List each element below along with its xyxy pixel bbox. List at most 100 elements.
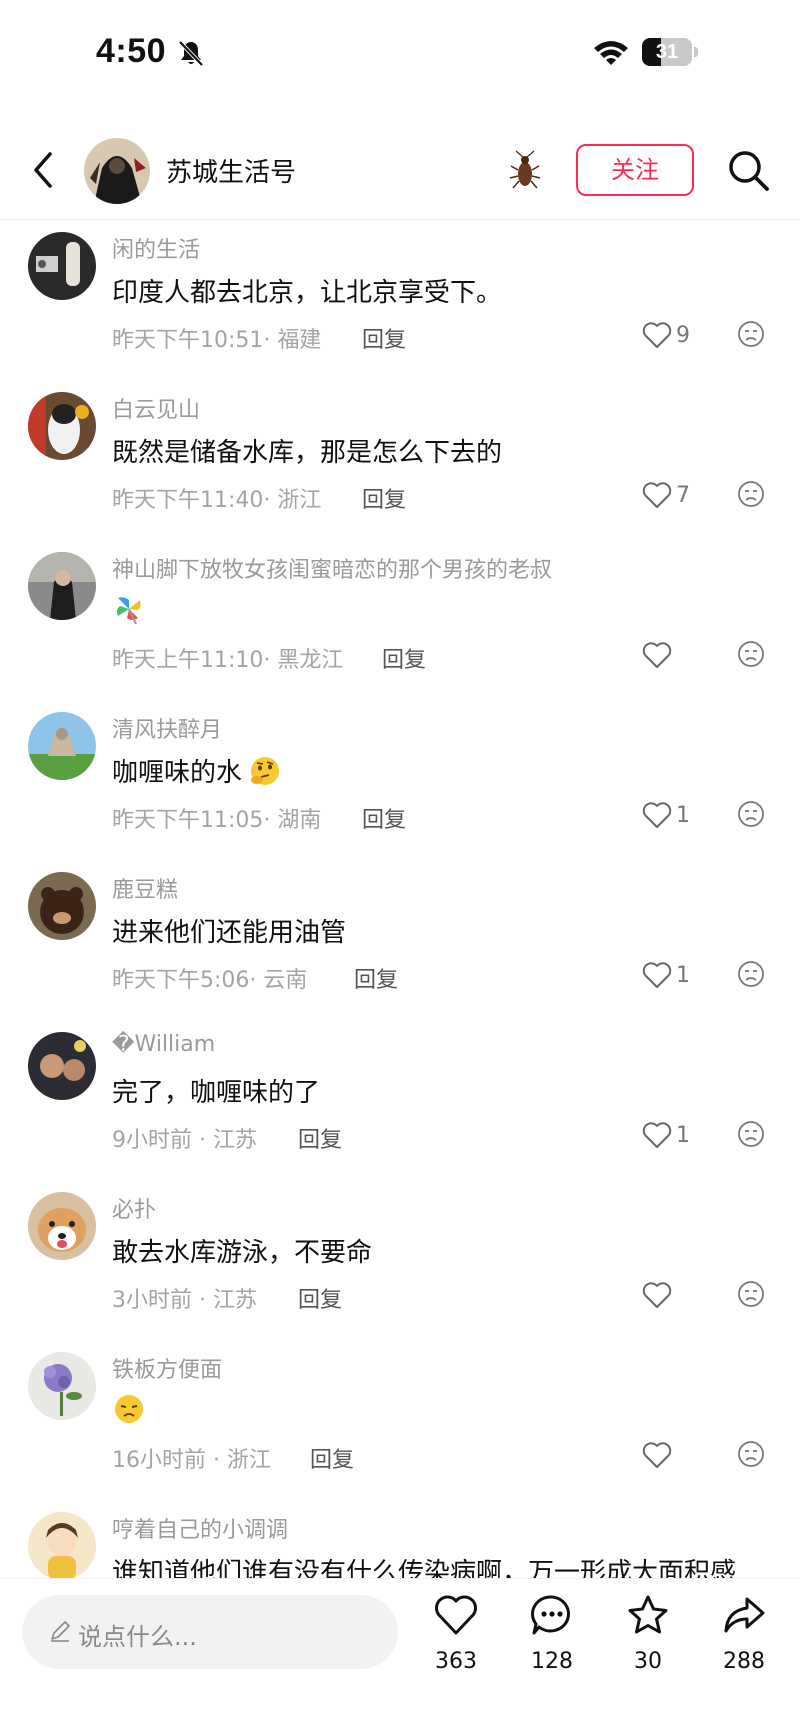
username[interactable]: 铁板方便面 [112, 1352, 222, 1384]
reply-button[interactable]: 回复 [298, 1282, 342, 1314]
follow-button[interactable]: 关注 [576, 144, 694, 196]
heart-icon [642, 1442, 672, 1468]
share-action-button[interactable]: 288 [704, 1593, 784, 1683]
like-count: 1 [676, 962, 690, 988]
pencil-icon [51, 1621, 70, 1642]
input-placeholder: 说点什么... [78, 1623, 197, 1651]
status-bar: 4:50 31 [0, 0, 800, 110]
comment-text: 咖喱味的水 [112, 752, 282, 789]
avatar[interactable] [28, 712, 96, 780]
battery-level: 31 [655, 41, 679, 63]
search-icon[interactable] [726, 148, 770, 192]
heart-icon [642, 322, 672, 348]
favorite-count: 30 [634, 1649, 662, 1674]
dislike-icon[interactable] [736, 1279, 766, 1309]
battery-icon: 31 [642, 38, 698, 66]
like-button[interactable] [642, 638, 676, 672]
dislike-icon[interactable] [736, 479, 766, 509]
heart-icon [435, 1595, 477, 1635]
comment-text [112, 592, 152, 626]
username[interactable]: 闲的生活 [112, 232, 200, 264]
share-icon [724, 1597, 765, 1633]
avatar[interactable] [28, 1352, 96, 1420]
heart-icon [642, 1282, 672, 1308]
comment-text: 既然是储备水库，那是怎么下去的 [112, 432, 502, 469]
dislike-icon[interactable] [736, 639, 766, 669]
reply-button[interactable]: 回复 [354, 962, 398, 994]
reply-button[interactable]: 回复 [310, 1442, 354, 1474]
reply-button[interactable]: 回复 [362, 482, 406, 514]
like-action-button[interactable]: 363 [416, 1593, 496, 1683]
username[interactable]: 哼着自己的小调调 [112, 1512, 288, 1544]
username[interactable]: 清风扶醉月 [112, 712, 222, 744]
comment-text: 进来他们还能用油管 [112, 912, 346, 949]
like-button[interactable]: 1 [642, 1118, 690, 1152]
comment-text-content: 既然是储备水库，那是怎么下去的 [112, 438, 503, 468]
heart-icon [642, 642, 672, 668]
comment-action-button[interactable]: 128 [512, 1593, 592, 1683]
comment-meta: 昨天下午10:51· 福建 [112, 328, 322, 353]
comment-meta: 昨天下午11:05· 湖南 [112, 808, 322, 833]
comment-item: 白云见山 既然是储备水库，那是怎么下去的 昨天下午11:40· 浙江 回复 7 [0, 384, 800, 544]
avatar[interactable] [28, 1032, 96, 1100]
reply-button[interactable]: 回复 [362, 802, 406, 834]
username[interactable]: 鹿豆糕 [112, 872, 178, 904]
star-icon [628, 1595, 668, 1634]
comment-input[interactable]: 说点什么... [22, 1595, 398, 1669]
comment-text-content: 印度人都去北京，让北京享受下。 [112, 278, 503, 308]
comment-text: 谁知道他们谁有没有什么传染病啊，万一形成大面积感 [112, 1552, 736, 1578]
comment-text: 敢去水库游泳，不要命 [112, 1232, 372, 1269]
channel-avatar[interactable] [84, 138, 150, 204]
comment-item: 清风扶醉月 咖喱味的水 昨天下午11:05· 湖南 回复 1 [0, 704, 800, 864]
avatar[interactable] [28, 872, 96, 940]
avatar[interactable] [28, 232, 96, 300]
comment-meta: 3小时前 · 江苏 [112, 1288, 257, 1313]
like-button[interactable] [642, 1278, 676, 1312]
pinwheel-emoji [116, 597, 141, 625]
comment-item: 哼着自己的小调调 谁知道他们谁有没有什么传染病啊，万一形成大面积感 [0, 1504, 800, 1578]
username[interactable]: 必扑 [112, 1192, 156, 1224]
avatar[interactable] [28, 1512, 96, 1578]
comment-text-content: 敢去水库游泳，不要命 [112, 1238, 373, 1268]
reply-button[interactable]: 回复 [362, 322, 406, 354]
channel-name[interactable]: 苏城生活号 [166, 152, 296, 189]
comment-item: 神山脚下放牧女孩闺蜜暗恋的那个男孩的老叔 昨天上午11:10· 黑龙江 回复 [0, 544, 800, 704]
comment-icon [531, 1595, 571, 1635]
like-count: 7 [676, 482, 690, 508]
comment-item: 铁板方便面 16小时前 · 浙江 回复 [0, 1344, 800, 1504]
comment-meta: 昨天上午11:10· 黑龙江 [112, 648, 344, 673]
like-button[interactable]: 7 [642, 478, 690, 512]
avatar[interactable] [28, 1192, 96, 1260]
comment-text: 完了，咖喱味的了 [112, 1072, 320, 1109]
comment-list[interactable]: 闲的生活 印度人都去北京，让北京享受下。 昨天下午10:51· 福建 回复 9 … [0, 220, 800, 1578]
dislike-icon[interactable] [736, 319, 766, 349]
comment-meta: 16小时前 · 浙江 [112, 1448, 271, 1473]
heart-icon [642, 802, 672, 828]
like-button[interactable]: 1 [642, 798, 690, 832]
heart-icon [642, 482, 672, 508]
username[interactable]: �William [112, 1032, 215, 1057]
reply-button[interactable]: 回复 [298, 1122, 342, 1154]
username[interactable]: 白云见山 [112, 392, 200, 424]
dislike-icon[interactable] [736, 1439, 766, 1469]
like-button[interactable] [642, 1438, 676, 1472]
comment-meta: 9小时前 · 江苏 [112, 1128, 257, 1153]
dislike-icon[interactable] [736, 959, 766, 989]
reply-button[interactable]: 回复 [382, 642, 426, 674]
comment-text-content: 进来他们还能用油管 [112, 918, 347, 948]
favorite-action-button[interactable]: 30 [608, 1593, 688, 1683]
avatar[interactable] [28, 552, 96, 620]
like-button[interactable]: 1 [642, 958, 690, 992]
username[interactable]: 神山脚下放牧女孩闺蜜暗恋的那个男孩的老叔 [112, 552, 552, 584]
avatar[interactable] [28, 392, 96, 460]
comment-item: 闲的生活 印度人都去北京，让北京享受下。 昨天下午10:51· 福建 回复 9 [0, 224, 800, 384]
back-icon[interactable] [26, 148, 62, 192]
heart-icon [642, 1122, 672, 1148]
status-time: 4:50 [96, 32, 167, 70]
like-button[interactable]: 9 [642, 318, 690, 352]
dislike-icon[interactable] [736, 799, 766, 829]
share-count: 288 [723, 1649, 765, 1674]
dislike-icon[interactable] [736, 1119, 766, 1149]
heart-icon [642, 962, 672, 988]
like-count: 9 [676, 322, 690, 348]
